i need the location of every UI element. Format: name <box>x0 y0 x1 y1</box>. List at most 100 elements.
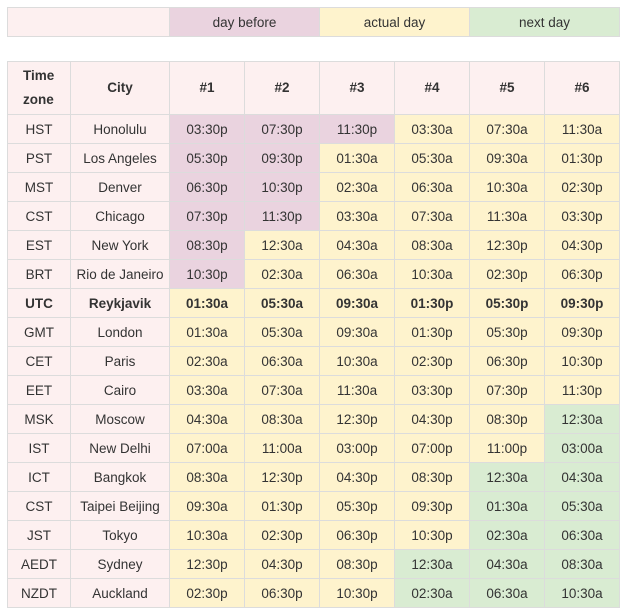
city-cell: Sydney <box>70 549 170 579</box>
time-cell: 12:30p <box>244 462 320 492</box>
time-cell: 12:30a <box>244 230 320 260</box>
timezone-cell: ICT <box>7 462 71 492</box>
time-cell: 10:30a <box>394 259 470 289</box>
table-body: HST Honolulu 03:30p 07:30p 11:30p 03:30a 07:30… <box>7 114 620 608</box>
timezone-cell: CST <box>7 201 71 231</box>
time-cell: 10:30a <box>319 346 395 376</box>
table-row: MST Denver 06:30p 10:30p 02:30a 06:30a 10:30a 0… <box>7 172 620 202</box>
header-row: Time zone City #1 #2 #3 #4 #5 #6 <box>7 61 620 115</box>
time-cell: 02:30a <box>169 346 245 376</box>
time-cell: 11:30a <box>469 201 545 231</box>
time-cell: 03:00a <box>544 433 620 463</box>
timezone-cell: NZDT <box>7 578 71 608</box>
city-cell: New York <box>70 230 170 260</box>
timezone-cell: AEDT <box>7 549 71 579</box>
time-cell: 06:30a <box>244 346 320 376</box>
city-cell: Bangkok <box>70 462 170 492</box>
timezone-cell: MST <box>7 172 71 202</box>
time-cell: 02:30p <box>469 259 545 289</box>
table-row: EET Cairo 03:30a 07:30a 11:30a 03:30p 07:30p 11… <box>7 375 620 405</box>
time-cell: 04:30a <box>169 404 245 434</box>
time-cell: 11:30p <box>319 114 395 144</box>
city-cell: New Delhi <box>70 433 170 463</box>
time-cell: 06:30a <box>319 259 395 289</box>
time-cell: 06:30a <box>394 172 470 202</box>
header-slot-6: #6 <box>544 61 620 115</box>
time-cell: 11:30a <box>319 375 395 405</box>
city-cell: Taipei Beijing <box>70 491 170 521</box>
time-cell: 08:30a <box>244 404 320 434</box>
table-row: IST New Delhi 07:00a 11:00a 03:00p 07:00p 11:0… <box>7 433 620 463</box>
header-slot-1: #1 <box>169 61 245 115</box>
time-cell: 12:30a <box>544 404 620 434</box>
time-cell: 09:30a <box>469 143 545 173</box>
time-cell: 10:30p <box>244 172 320 202</box>
time-cell: 08:30a <box>394 230 470 260</box>
time-cell: 07:30p <box>244 114 320 144</box>
time-cell: 10:30a <box>469 172 545 202</box>
time-cell: 05:30p <box>469 288 545 318</box>
time-cell: 04:30a <box>469 549 545 579</box>
time-cell: 09:30a <box>319 288 395 318</box>
legend-blank-cell <box>7 7 170 37</box>
time-cell: 03:30a <box>394 114 470 144</box>
time-cell: 05:30a <box>544 491 620 521</box>
legend-next-day: next day <box>469 7 620 37</box>
time-cell: 01:30p <box>394 288 470 318</box>
header-slot-2: #2 <box>244 61 320 115</box>
city-cell: London <box>70 317 170 347</box>
time-cell: 03:30p <box>544 201 620 231</box>
time-cell: 06:30a <box>544 520 620 550</box>
table-row: UTC Reykjavik 01:30a 05:30a 09:30a 01:30p 05:3… <box>7 288 620 318</box>
table-row: MSK Moscow 04:30a 08:30a 12:30p 04:30p 08:30p 1… <box>7 404 620 434</box>
city-cell: Chicago <box>70 201 170 231</box>
timezone-cell: PST <box>7 143 71 173</box>
time-cell: 05:30p <box>319 491 395 521</box>
legend-table: day before actual day next day <box>7 7 620 37</box>
timezone-cell: IST <box>7 433 71 463</box>
legend-row: day before actual day next day <box>7 7 620 37</box>
header-slot-5: #5 <box>469 61 545 115</box>
time-cell: 02:30p <box>394 346 470 376</box>
time-cell: 03:00p <box>319 433 395 463</box>
time-cell: 05:30p <box>469 317 545 347</box>
time-cell: 02:30a <box>469 520 545 550</box>
time-cell: 08:30a <box>169 462 245 492</box>
time-cell: 07:00a <box>169 433 245 463</box>
time-cell: 12:30a <box>469 462 545 492</box>
time-cell: 09:30p <box>544 288 620 318</box>
time-cell: 11:00a <box>244 433 320 463</box>
time-cell: 03:30p <box>169 114 245 144</box>
time-cell: 07:30p <box>169 201 245 231</box>
city-cell: Auckland <box>70 578 170 608</box>
table-row: PST Los Angeles 05:30p 09:30p 01:30a 05:30a 09… <box>7 143 620 173</box>
city-cell: Denver <box>70 172 170 202</box>
city-cell: Los Angeles <box>70 143 170 173</box>
time-cell: 05:30a <box>394 143 470 173</box>
time-cell: 06:30p <box>319 520 395 550</box>
time-cell: 08:30p <box>394 462 470 492</box>
timezone-cell: CET <box>7 346 71 376</box>
time-cell: 07:30a <box>469 114 545 144</box>
time-cell: 02:30a <box>319 172 395 202</box>
time-cell: 09:30p <box>244 143 320 173</box>
time-cell: 10:30p <box>544 346 620 376</box>
table-row: HST Honolulu 03:30p 07:30p 11:30p 03:30a 07:30… <box>7 114 620 144</box>
time-cell: 09:30a <box>319 317 395 347</box>
table-row: GMT London 01:30a 05:30a 09:30a 01:30p 05:30p 0… <box>7 317 620 347</box>
city-cell: Paris <box>70 346 170 376</box>
time-cell: 05:30a <box>244 317 320 347</box>
header-city: City <box>70 61 170 115</box>
time-cell: 01:30p <box>544 143 620 173</box>
time-cell: 08:30p <box>319 549 395 579</box>
city-cell: Moscow <box>70 404 170 434</box>
timezone-cell: HST <box>7 114 71 144</box>
header-slot-3: #3 <box>319 61 395 115</box>
time-cell: 01:30a <box>169 288 245 318</box>
table-row: NZDT Auckland 02:30p 06:30p 10:30p 02:30a 06:3… <box>7 578 620 608</box>
time-cell: 11:30p <box>544 375 620 405</box>
time-cell: 08:30p <box>469 404 545 434</box>
timezone-cell: BRT <box>7 259 71 289</box>
table-row: CET Paris 02:30a 06:30a 10:30a 02:30p 06:30p 10… <box>7 346 620 376</box>
time-cell: 06:30p <box>244 578 320 608</box>
